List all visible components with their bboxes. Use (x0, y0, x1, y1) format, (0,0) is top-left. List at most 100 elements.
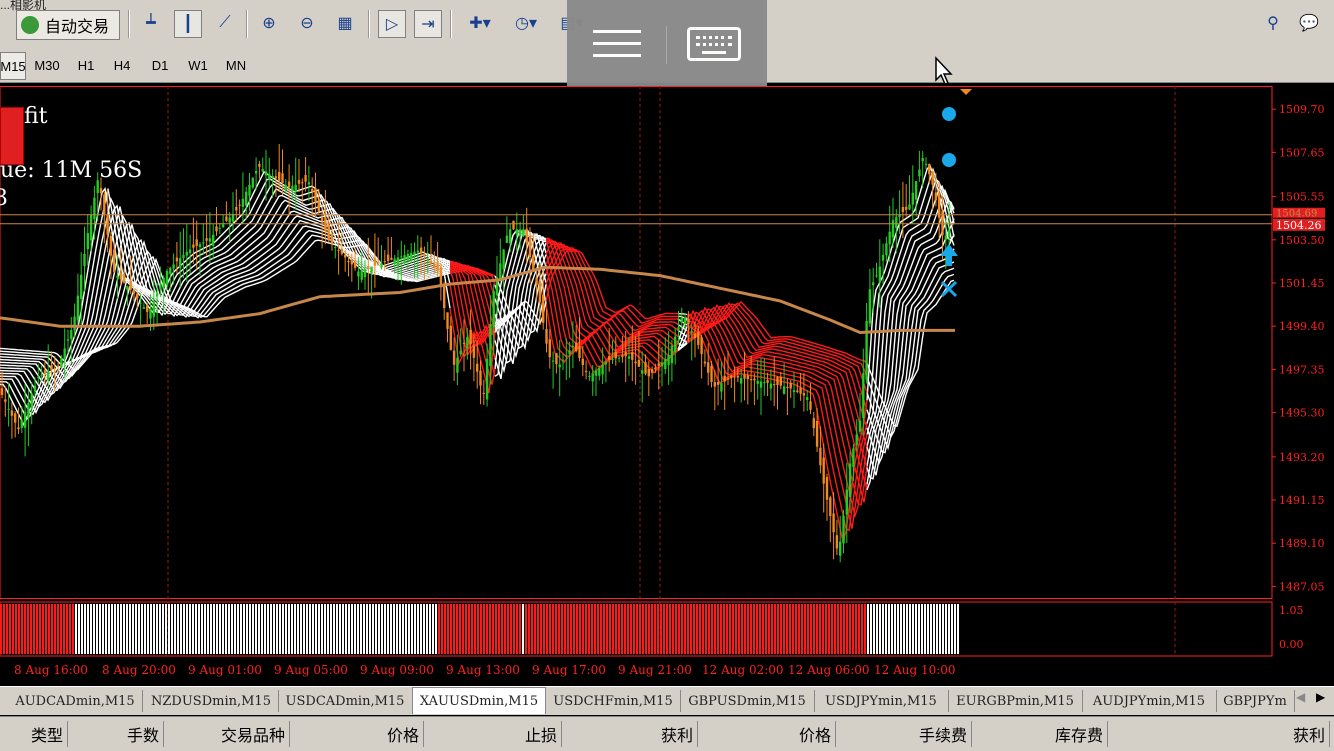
price-label: 1509.70 (1279, 103, 1325, 116)
candle-body (159, 285, 162, 290)
candle-body (396, 257, 400, 267)
histogram-bar (114, 604, 116, 654)
histogram-bar (636, 604, 638, 654)
histogram-bar (396, 604, 398, 654)
column-header[interactable]: 手数 (68, 721, 164, 747)
histogram-bar (804, 604, 806, 654)
histogram-bar (486, 604, 488, 654)
tile-windows-icon[interactable]: ▦ (332, 10, 358, 36)
column-header[interactable]: 价格 (290, 721, 424, 747)
histogram-bar (207, 604, 209, 654)
clock-icon[interactable]: ◷▾ (508, 10, 544, 36)
keyboard-icon[interactable] (687, 27, 741, 61)
candle-body (446, 312, 449, 329)
histogram-bar (657, 604, 659, 654)
info-box-red[interactable] (0, 107, 24, 165)
candle-body (337, 249, 340, 251)
autotrade-button[interactable]: 自动交易 (16, 10, 120, 40)
histogram-bar (618, 604, 620, 654)
histogram-bar (90, 604, 92, 654)
candle-body (809, 401, 812, 410)
column-header[interactable]: 手续费 (836, 721, 972, 747)
histogram-bar (669, 604, 671, 654)
histogram-bar (615, 604, 617, 654)
timeframe-mn[interactable]: MN (222, 52, 250, 78)
candle-body (169, 267, 172, 275)
candle-body (129, 280, 132, 290)
price-label: 1491.15 (1279, 494, 1325, 507)
histogram-bar (393, 604, 395, 654)
chart-tab[interactable]: XAUUSDmin,M15 (412, 687, 546, 714)
histogram-bar (957, 604, 959, 654)
candle-body (472, 345, 476, 358)
candle-body (116, 275, 119, 279)
chart-tab[interactable]: NZDUSDmin,M15 (144, 690, 279, 712)
timeframe-d1[interactable]: D1 (146, 52, 174, 78)
histogram-bar (291, 604, 293, 654)
histogram-bar (594, 604, 596, 654)
candle-body (205, 238, 208, 241)
histogram-bar (687, 604, 689, 654)
histogram-bar (576, 604, 578, 654)
tab-scroll-right-icon[interactable]: ▶ (1316, 690, 1325, 704)
price-label: 1499.40 (1279, 320, 1325, 333)
timeframe-m15[interactable]: M15 (0, 52, 26, 80)
column-header[interactable]: 类型 (0, 721, 68, 747)
chart-tab[interactable]: GBPUSDmin,M15 (680, 690, 815, 712)
column-header[interactable]: 交易品种 (164, 721, 290, 747)
candle-body (278, 171, 281, 181)
chat-icon[interactable]: 💬 (1296, 10, 1322, 36)
chart-tab[interactable]: USDJPYmin,M15 (814, 690, 949, 712)
chart-tab[interactable]: USDCHFmin,M15 (546, 690, 681, 712)
candle-body (575, 342, 578, 352)
bar-chart-icon[interactable]: ┷ (138, 10, 164, 36)
chart-tab[interactable]: USDCADmin,M15 (278, 690, 413, 712)
search-icon[interactable]: ⚲ (1260, 10, 1286, 36)
timeframe-h1[interactable]: H1 (72, 52, 100, 78)
candle-body (743, 374, 746, 379)
candle-body (370, 266, 373, 274)
column-header[interactable]: 获利 (1108, 721, 1330, 747)
menu-icon[interactable] (591, 26, 643, 62)
candle-body (558, 364, 561, 368)
candlestick-icon[interactable]: ┃ (174, 10, 202, 38)
timeframe-w1[interactable]: W1 (184, 52, 212, 78)
chart-shift-icon[interactable]: ▷ (378, 10, 406, 38)
new-order-icon[interactable]: ✚▾ (462, 10, 498, 36)
chart-tab[interactable]: AUDCADmin,M15 (8, 690, 143, 712)
column-header[interactable]: 获利 (562, 721, 698, 747)
zoom-in-icon[interactable]: ⊕ (256, 10, 282, 36)
candle-body (845, 489, 848, 515)
candle-body (33, 385, 37, 392)
histogram-bar (714, 604, 716, 654)
ribbon-line (0, 170, 451, 427)
candle-body (390, 257, 393, 260)
line-chart-icon[interactable]: ⟋ (212, 10, 238, 36)
histogram-bar (438, 604, 440, 654)
histogram-bar (834, 604, 836, 654)
candle-body (4, 399, 7, 402)
histogram-bar (372, 604, 374, 654)
column-header[interactable]: 止损 (424, 721, 562, 747)
candle-body (301, 182, 304, 184)
histogram-bar (138, 604, 140, 654)
column-header[interactable]: 库存费 (972, 721, 1108, 747)
candle-body (330, 233, 334, 244)
candle-body (730, 375, 733, 378)
chart-tab[interactable]: GBPJPYm (1216, 690, 1295, 712)
autoscroll-icon[interactable]: ⇥ (414, 10, 442, 38)
chart-tab[interactable]: EURGBPmin,M15 (948, 690, 1083, 712)
time-label: 9 Aug 13:00 (446, 663, 520, 677)
timeframe-h4[interactable]: H4 (108, 52, 136, 78)
column-header[interactable]: 价格 (698, 721, 836, 747)
candle-body (20, 420, 23, 428)
zoom-out-icon[interactable]: ⊖ (294, 10, 320, 36)
histogram-bar (222, 604, 224, 654)
tab-scroll-left-icon[interactable]: ◀ (1296, 690, 1305, 704)
candle-body (703, 361, 707, 364)
price-chart[interactable]: 1509.70 1507.65 1505.55 1503.50 1501.45 1499.… (0, 86, 1334, 686)
timeframe-m30[interactable]: M30 (30, 52, 64, 78)
histogram-bar (390, 604, 392, 654)
chart-tab[interactable]: AUDJPYmin,M15 (1082, 690, 1217, 712)
candle-body (139, 302, 142, 304)
